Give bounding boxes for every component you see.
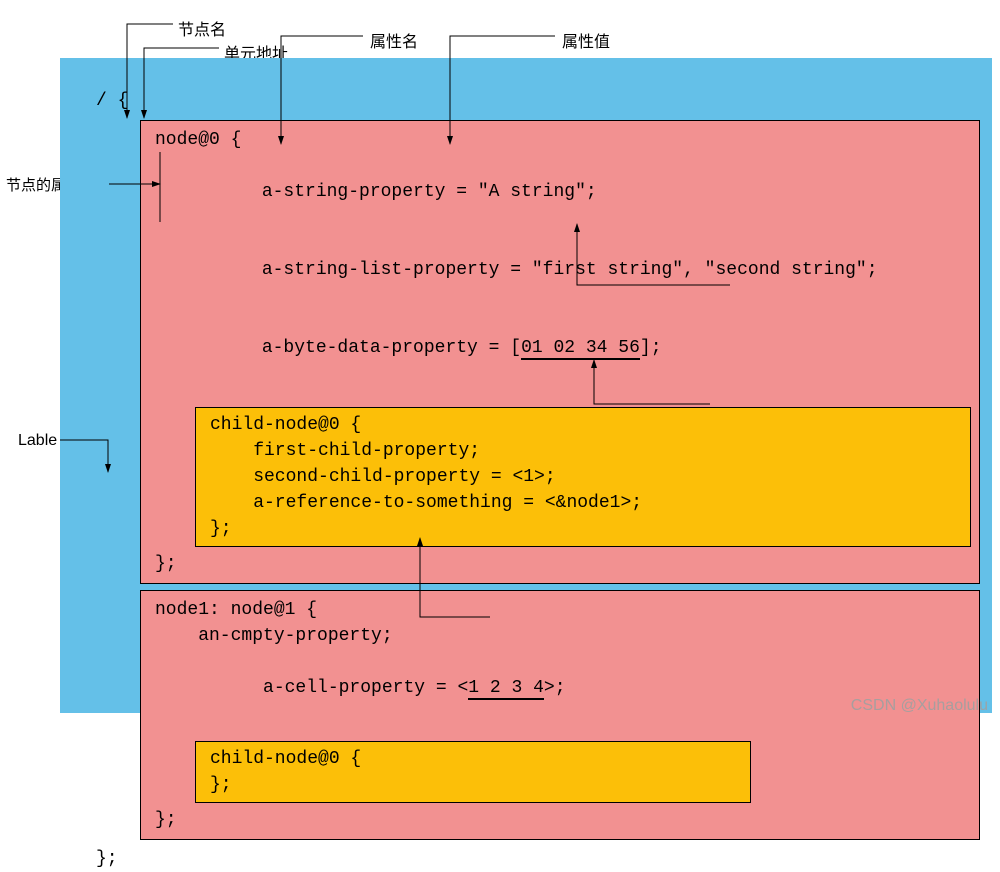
child0-l1: first-child-property; — [210, 438, 962, 464]
node1-l2b: >; — [544, 678, 566, 698]
node1-box: node1: node@1 { an-cmpty-property; a-cel… — [140, 590, 980, 840]
child0-box: child-node@0 { first-child-property; sec… — [195, 407, 971, 547]
node0-l3b: ]; — [640, 338, 662, 358]
node1-open: node1: node@1 { — [155, 597, 971, 623]
child0-close: }; — [210, 516, 962, 542]
node0-l3a: a-byte-data-property = [ — [262, 338, 521, 358]
node1-close: }; — [155, 807, 971, 833]
node1-l2-wrap: a-cell-property = <1 2 3 4>; — [155, 649, 971, 727]
node0-l3-wrap: a-byte-data-property = [01 02 34 56]; — [155, 309, 971, 387]
child1-open: child-node@0 { — [210, 746, 742, 772]
root-open: / { — [96, 88, 980, 114]
node0-open: node@0 { — [155, 127, 971, 153]
label-property-value: 属性值 — [562, 28, 610, 52]
node0-box: node@0 { a-string-property = "A string";… — [140, 120, 980, 584]
label-property-name: 属性名 — [370, 28, 418, 52]
node0-bytes: 01 02 34 56 — [521, 338, 640, 360]
node1-l1: an-cmpty-property; — [155, 623, 971, 649]
node0-l2: a-string-list-property = "first string",… — [262, 260, 878, 280]
watermark: CSDN @Xuhaolulu — [851, 697, 988, 715]
child1-close: }; — [210, 772, 742, 798]
child0-l3: a-reference-to-something = <&node1>; — [210, 490, 962, 516]
child0-l2: second-child-property = <1>; — [210, 464, 962, 490]
node0-l2-wrap: a-string-list-property = "first string",… — [155, 231, 971, 309]
label-lable: Lable — [18, 432, 57, 450]
node1-l2a: a-cell-property = < — [220, 678, 468, 698]
label-node-name: 节点名 — [178, 16, 226, 40]
node0-indent: a-string-property = "A string"; — [155, 153, 971, 231]
node1-cells: 1 2 3 4 — [468, 678, 544, 700]
node0-close: }; — [155, 551, 971, 577]
root-close: }; — [96, 846, 980, 872]
diagram-canvas: / { node@0 { a-string-property = "A stri… — [60, 58, 992, 713]
node0-l1: a-string-property = "A string"; — [262, 182, 597, 202]
child1-box: child-node@0 { }; — [195, 741, 751, 803]
child0-open: child-node@0 { — [210, 412, 962, 438]
